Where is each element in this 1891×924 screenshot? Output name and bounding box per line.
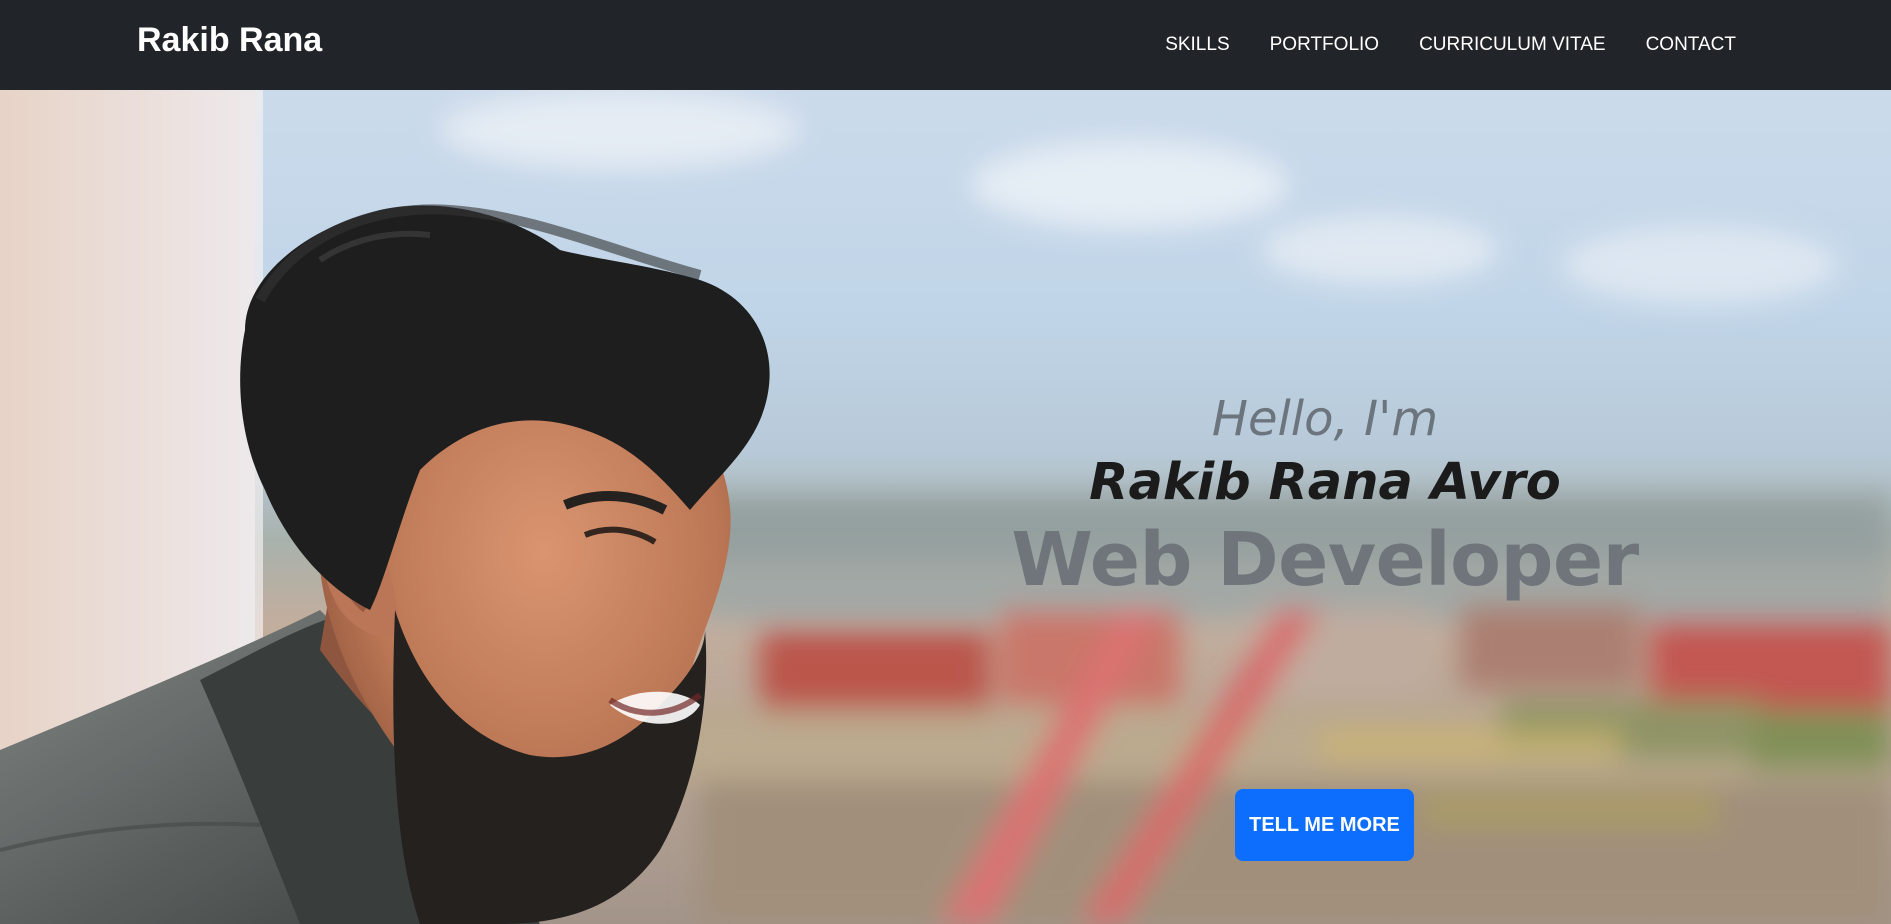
nav-link-skills[interactable]: SKILLS [1165,34,1229,56]
hero-name: Rakib Rana Avro [1089,453,1561,512]
hero-role: Web Developer [1011,517,1639,603]
brand-logo-link[interactable]: Rakib Rana [137,19,322,61]
main-nav: SKILLS PORTFOLIO CURRICULUM VITAE CONTAC… [1125,0,1736,90]
hero-intro: Hello, I'm Rakib Rana Avro Web Developer [980,390,1670,606]
nav-link-contact[interactable]: CONTACT [1646,34,1736,56]
top-navbar: Rakib Rana SKILLS PORTFOLIO CURRICULUM V… [0,0,1891,90]
tell-me-more-button[interactable]: TELL ME MORE [1235,789,1414,861]
nav-link-curriculum-vitae[interactable]: CURRICULUM VITAE [1419,34,1606,56]
nav-link-portfolio[interactable]: PORTFOLIO [1270,34,1379,56]
hero-section: Hello, I'm Rakib Rana Avro Web Developer… [0,90,1891,924]
hero-greeting: Hello, I'm [1211,391,1439,447]
